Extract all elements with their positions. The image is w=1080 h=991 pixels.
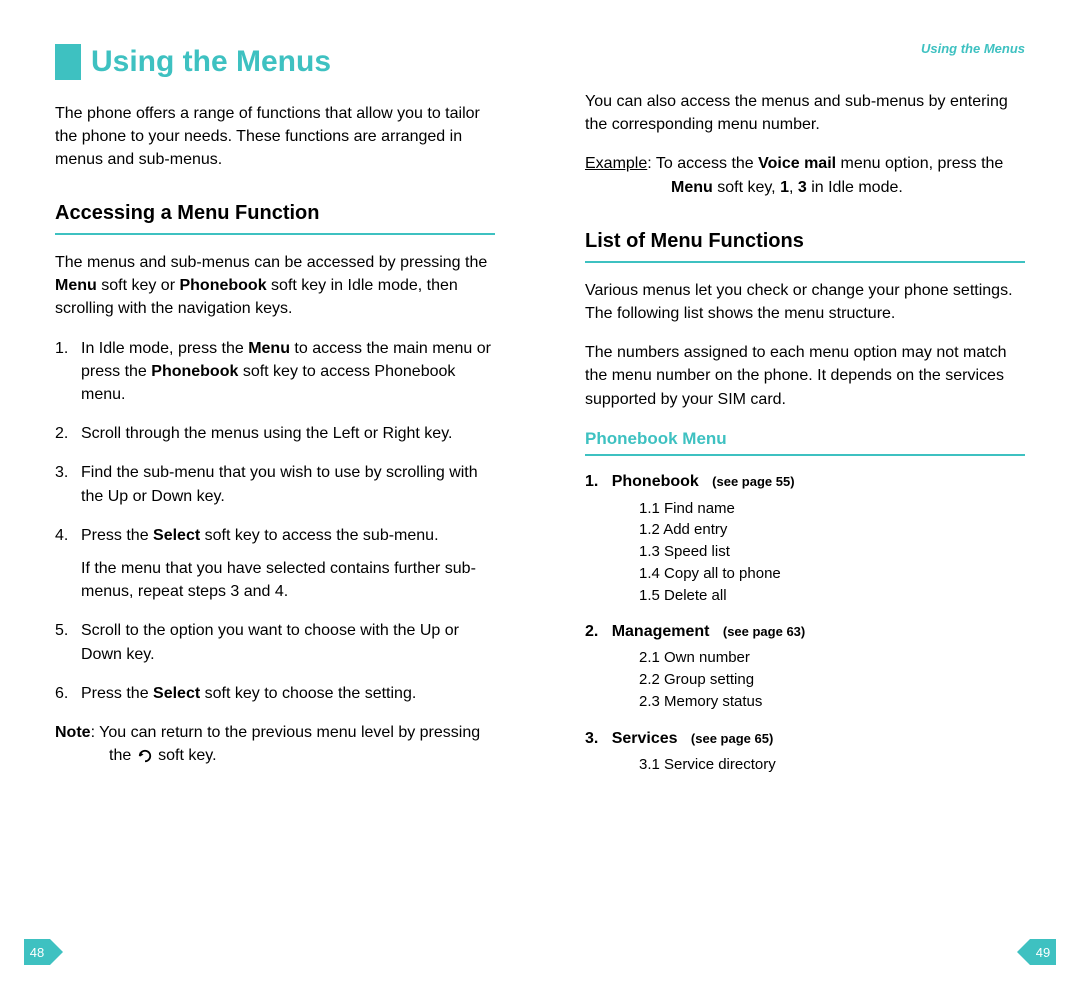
list-item: 1. In Idle mode, press the Menu to acces…	[55, 337, 495, 407]
title-block: Using the Menus	[55, 40, 495, 84]
left-page: Using the Menus The phone offers a range…	[0, 0, 540, 991]
bold-text: Phonebook	[151, 363, 238, 380]
list-item: 1.3 Speed list	[639, 541, 1025, 563]
menu-ref: (see page 65)	[691, 731, 773, 746]
text-fragment: Scroll through the menus using the Left …	[81, 425, 452, 442]
text-fragment: soft key to choose the setting.	[200, 685, 416, 702]
text-fragment: Scroll to the option you want to choose …	[81, 622, 459, 662]
menu-ref: (see page 63)	[723, 624, 805, 639]
text-fragment: menu option, press the	[836, 155, 1003, 172]
step-number: 5.	[55, 619, 68, 642]
right-intro-paragraph: You can also access the menus and sub-me…	[585, 90, 1025, 136]
list-item: 4. Press the Select soft key to access t…	[55, 524, 495, 604]
menu-ref: (see page 55)	[712, 474, 794, 489]
menu-items-list: 2.1 Own number 2.2 Group setting 2.3 Mem…	[585, 647, 1025, 712]
list-paragraph-2: The numbers assigned to each menu option…	[585, 341, 1025, 411]
text-fragment: ,	[789, 179, 798, 196]
text-fragment: soft key or	[97, 277, 180, 294]
list-item: 3.1 Service directory	[639, 754, 1025, 776]
text-fragment: The menus and sub-menus can be accessed …	[55, 254, 487, 271]
example-paragraph: Example: To access the Voice mail menu o…	[585, 152, 1025, 198]
page-number-badge: 48	[24, 939, 50, 965]
bold-menu: Menu	[55, 277, 97, 294]
running-header: Using the Menus	[921, 40, 1025, 59]
list-paragraph-1: Various menus let you check or change yo…	[585, 279, 1025, 325]
step-number: 1.	[55, 337, 68, 360]
bold-text: Select	[153, 527, 200, 544]
note-paragraph: Note: You can return to the previous men…	[55, 721, 495, 767]
access-paragraph: The menus and sub-menus can be accessed …	[55, 251, 495, 321]
list-item: 5. Scroll to the option you want to choo…	[55, 619, 495, 665]
menu-section-phonebook: 1. Phonebook (see page 55) 1.1 Find name…	[585, 470, 1025, 606]
bold-text: 3	[798, 179, 807, 196]
list-item: 1.1 Find name	[639, 498, 1025, 520]
list-item: 3. Find the sub-menu that you wish to us…	[55, 461, 495, 507]
menu-number: 1.	[585, 473, 598, 490]
page-title: Using the Menus	[91, 40, 331, 84]
text-fragment: soft key,	[713, 179, 780, 196]
text-fragment: soft key.	[154, 747, 217, 764]
bold-phonebook: Phonebook	[179, 277, 266, 294]
note-label: Note	[55, 724, 91, 741]
page-number: 49	[1030, 944, 1056, 963]
bold-text: Voice mail	[758, 155, 836, 172]
list-item: 6. Press the Select soft key to choose t…	[55, 682, 495, 705]
step-number: 4.	[55, 524, 68, 547]
menu-items-list: 3.1 Service directory	[585, 754, 1025, 776]
text-fragment: in Idle mode.	[807, 179, 903, 196]
text-fragment: soft key to access the sub-menu.	[200, 527, 438, 544]
menu-heading: 3. Services (see page 65)	[585, 727, 1025, 750]
menu-section-services: 3. Services (see page 65) 3.1 Service di…	[585, 727, 1025, 776]
text-fragment: : To access the	[647, 155, 758, 172]
step-sub-paragraph: If the menu that you have selected conta…	[81, 557, 495, 603]
list-item: 1.2 Add entry	[639, 519, 1025, 541]
intro-paragraph: The phone offers a range of functions th…	[55, 102, 495, 172]
bold-text: Select	[153, 685, 200, 702]
menu-items-list: 1.1 Find name 1.2 Add entry 1.3 Speed li…	[585, 498, 1025, 607]
page-number-badge: 49	[1030, 939, 1056, 965]
menu-heading: 1. Phonebook (see page 55)	[585, 470, 1025, 493]
list-item: 2.3 Memory status	[639, 691, 1025, 713]
step-number: 2.	[55, 422, 68, 445]
menu-title: Services	[612, 730, 678, 747]
step-number: 6.	[55, 682, 68, 705]
page-number: 48	[24, 944, 50, 963]
list-item: 1.4 Copy all to phone	[639, 563, 1025, 585]
back-arrow-icon	[136, 747, 154, 765]
step-number: 3.	[55, 461, 68, 484]
list-item: 2.2 Group setting	[639, 669, 1025, 691]
bold-text: Menu	[671, 179, 713, 196]
menu-heading: 2. Management (see page 63)	[585, 620, 1025, 643]
list-item: 2. Scroll through the menus using the Le…	[55, 422, 495, 445]
text-fragment: Press the	[81, 685, 153, 702]
text-fragment: In Idle mode, press the	[81, 340, 248, 357]
menu-section-management: 2. Management (see page 63) 2.1 Own numb…	[585, 620, 1025, 712]
example-label: Example	[585, 155, 647, 172]
title-square-icon	[55, 44, 81, 80]
menu-title: Phonebook	[612, 473, 699, 490]
text-fragment: Press the	[81, 527, 153, 544]
section-title-access: Accessing a Menu Function	[55, 199, 495, 235]
menu-number: 2.	[585, 623, 598, 640]
right-page: Using the Menus You can also access the …	[540, 0, 1080, 991]
list-item: 1.5 Delete all	[639, 585, 1025, 607]
bold-text: Menu	[248, 340, 290, 357]
bold-text: 1	[780, 179, 789, 196]
list-item: 2.1 Own number	[639, 647, 1025, 669]
spread: Using the Menus The phone offers a range…	[0, 0, 1080, 991]
section-title-list: List of Menu Functions	[585, 227, 1025, 263]
menu-title: Management	[612, 623, 710, 640]
text-fragment: Find the sub-menu that you wish to use b…	[81, 464, 478, 504]
steps-list: 1. In Idle mode, press the Menu to acces…	[55, 337, 495, 705]
menu-number: 3.	[585, 730, 598, 747]
phonebook-group-title: Phonebook Menu	[585, 427, 1025, 457]
